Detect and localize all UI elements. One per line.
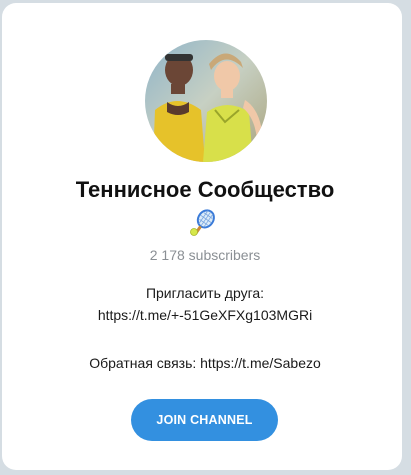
invite-label: Пригласить друга: [145, 285, 265, 301]
tennis-racket-icon [188, 208, 218, 238]
avatar-image [145, 40, 267, 162]
invite-link[interactable]: https://t.me/+-51GeXFXg103MGRi [2, 307, 408, 323]
subscriber-count: 2 178 subscribers [149, 247, 261, 263]
channel-title: Теннисное Сообщество [75, 177, 335, 202]
channel-preview-card: Теннисное Сообщество 2 178 subscribers П… [2, 3, 402, 470]
join-channel-button[interactable]: JOIN CHANNEL [131, 399, 278, 441]
feedback-link[interactable]: Обратная связь: https://t.me/Sabezo [2, 355, 408, 371]
channel-avatar [145, 40, 267, 162]
